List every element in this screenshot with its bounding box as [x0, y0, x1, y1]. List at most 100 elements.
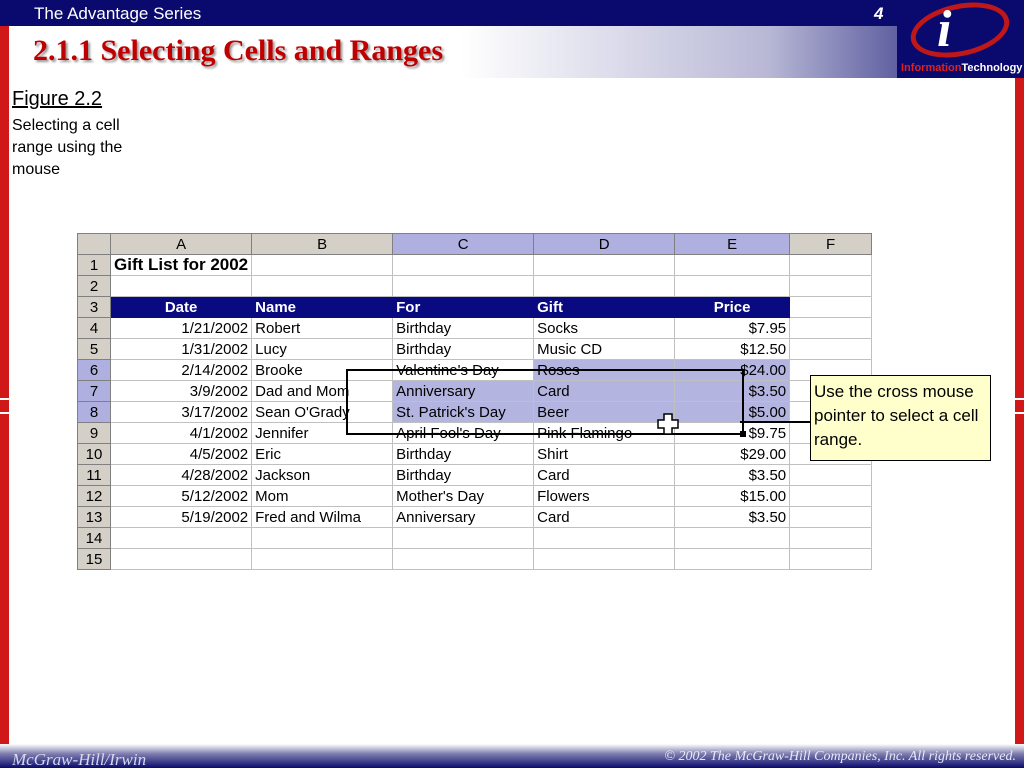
fill-handle[interactable]: [740, 431, 746, 437]
cell[interactable]: 4/1/2002: [109, 422, 253, 444]
cell[interactable]: [109, 527, 253, 549]
cell[interactable]: Robert: [251, 317, 394, 339]
cell[interactable]: 5/19/2002: [109, 506, 253, 528]
column-header-e[interactable]: E: [674, 233, 791, 255]
cell[interactable]: $5.00: [674, 401, 791, 423]
row-header-7[interactable]: 7: [77, 380, 111, 402]
cell[interactable]: Flowers: [533, 485, 676, 507]
cell[interactable]: [392, 527, 535, 549]
column-title-name[interactable]: Name: [251, 296, 394, 318]
cell[interactable]: April Fool's Day: [392, 422, 535, 444]
row-header-9[interactable]: 9: [77, 422, 111, 444]
cell[interactable]: [392, 275, 535, 297]
select-all-corner[interactable]: [77, 233, 111, 255]
cell[interactable]: [251, 254, 394, 276]
cell[interactable]: [789, 254, 873, 276]
row-header-6[interactable]: 6: [77, 359, 111, 381]
cell[interactable]: [251, 275, 394, 297]
cell[interactable]: Birthday: [392, 443, 535, 465]
sheet-title-cell[interactable]: Gift List for 2002: [109, 254, 253, 276]
row-header-8[interactable]: 8: [77, 401, 111, 423]
cell[interactable]: Fred and Wilma: [251, 506, 394, 528]
cell[interactable]: [109, 548, 253, 570]
row-header-10[interactable]: 10: [77, 443, 111, 465]
cell[interactable]: $9.75: [674, 422, 791, 444]
column-title-gift[interactable]: Gift: [533, 296, 676, 318]
cell[interactable]: [789, 485, 873, 507]
cell[interactable]: Roses: [533, 359, 676, 381]
cell[interactable]: [251, 548, 394, 570]
column-header-f[interactable]: F: [789, 233, 873, 255]
row-header-1[interactable]: 1: [77, 254, 111, 276]
cell[interactable]: $15.00: [674, 485, 791, 507]
cell[interactable]: $7.95: [674, 317, 791, 339]
row-header-15[interactable]: 15: [77, 548, 111, 570]
row-header-5[interactable]: 5: [77, 338, 111, 360]
row-header-4[interactable]: 4: [77, 317, 111, 339]
cell[interactable]: 1/31/2002: [109, 338, 253, 360]
cell[interactable]: Dad and Mom: [251, 380, 394, 402]
cell[interactable]: Sean O'Grady: [251, 401, 394, 423]
cell[interactable]: Pink Flamingo: [533, 422, 676, 444]
cell[interactable]: Mom: [251, 485, 394, 507]
cell[interactable]: [533, 527, 676, 549]
cell[interactable]: [674, 548, 791, 570]
cell[interactable]: [789, 275, 873, 297]
column-title-date[interactable]: Date: [109, 296, 253, 318]
cell[interactable]: $12.50: [674, 338, 791, 360]
cell[interactable]: 3/17/2002: [109, 401, 253, 423]
cell[interactable]: [533, 275, 676, 297]
cell[interactable]: [533, 254, 676, 276]
cell[interactable]: Mother's Day: [392, 485, 535, 507]
cell[interactable]: $3.50: [674, 464, 791, 486]
cell[interactable]: $3.50: [674, 506, 791, 528]
cell[interactable]: 3/9/2002: [109, 380, 253, 402]
cell[interactable]: 2/14/2002: [109, 359, 253, 381]
cell[interactable]: Birthday: [392, 464, 535, 486]
row-header-11[interactable]: 11: [77, 464, 111, 486]
cell[interactable]: Jennifer: [251, 422, 394, 444]
cell[interactable]: Beer: [533, 401, 676, 423]
column-header-d[interactable]: D: [533, 233, 676, 255]
cell[interactable]: [789, 317, 873, 339]
row-header-12[interactable]: 12: [77, 485, 111, 507]
cell[interactable]: Jackson: [251, 464, 394, 486]
cell[interactable]: [109, 275, 253, 297]
cell[interactable]: [789, 506, 873, 528]
cell[interactable]: Valentine's Day: [392, 359, 535, 381]
cell[interactable]: Anniversary: [392, 380, 535, 402]
row-header-14[interactable]: 14: [77, 527, 111, 549]
cell[interactable]: 1/21/2002: [109, 317, 253, 339]
cell[interactable]: [392, 254, 535, 276]
cell[interactable]: [674, 254, 791, 276]
cell[interactable]: $3.50: [674, 380, 791, 402]
column-header-b[interactable]: B: [251, 233, 394, 255]
row-header-2[interactable]: 2: [77, 275, 111, 297]
cell[interactable]: [789, 548, 873, 570]
cell[interactable]: Music CD: [533, 338, 676, 360]
cell[interactable]: [789, 338, 873, 360]
cell[interactable]: Brooke: [251, 359, 394, 381]
row-header-3[interactable]: 3: [77, 296, 111, 318]
row-header-13[interactable]: 13: [77, 506, 111, 528]
cell[interactable]: Anniversary: [392, 506, 535, 528]
cell[interactable]: [789, 296, 873, 318]
cell[interactable]: [251, 527, 394, 549]
cell[interactable]: $24.00: [674, 359, 791, 381]
cell[interactable]: [789, 527, 873, 549]
cell[interactable]: St. Patrick's Day: [392, 401, 535, 423]
cell[interactable]: Shirt: [533, 443, 676, 465]
cell[interactable]: Card: [533, 464, 676, 486]
cell[interactable]: Socks: [533, 317, 676, 339]
column-title-for[interactable]: For: [392, 296, 535, 318]
column-header-c[interactable]: C: [392, 233, 535, 255]
cell[interactable]: [392, 548, 535, 570]
cell[interactable]: 4/5/2002: [109, 443, 253, 465]
cell[interactable]: [674, 275, 791, 297]
cell[interactable]: [674, 527, 791, 549]
cell[interactable]: Birthday: [392, 317, 535, 339]
cell[interactable]: Card: [533, 380, 676, 402]
cell[interactable]: 5/12/2002: [109, 485, 253, 507]
cell[interactable]: Lucy: [251, 338, 394, 360]
cell[interactable]: 4/28/2002: [109, 464, 253, 486]
